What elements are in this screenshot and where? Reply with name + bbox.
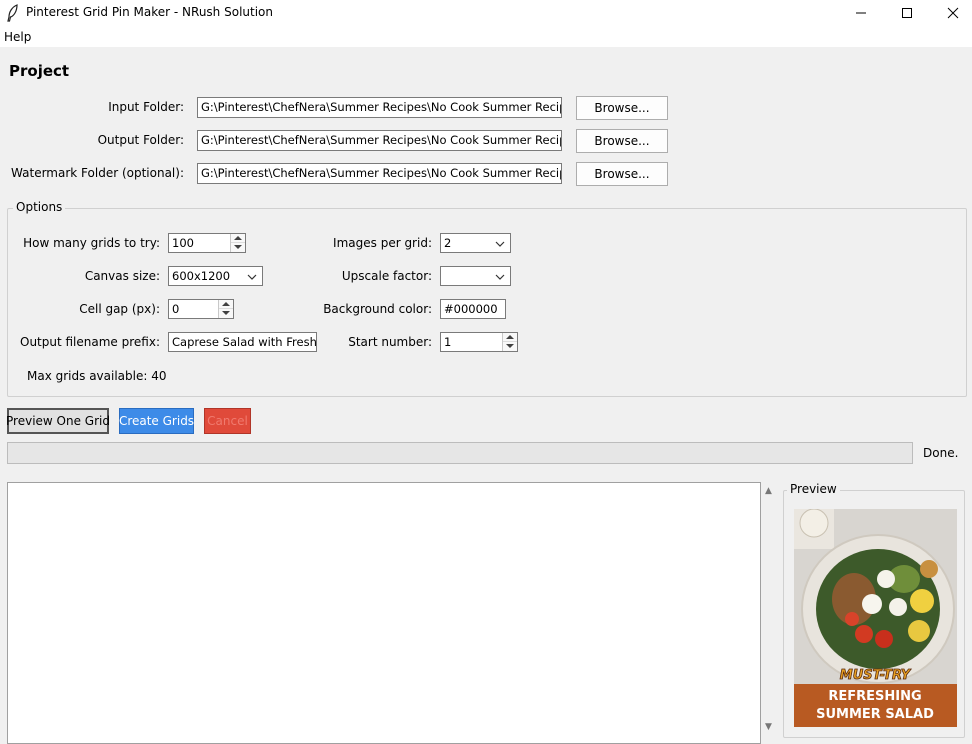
canvas-size-combo[interactable]: 600x1200 (168, 266, 263, 286)
preview-grid-button[interactable]: Preview One Grid (6, 408, 110, 434)
max-grids-text: Max grids available: 40 (27, 369, 167, 383)
project-heading: Project (9, 62, 70, 80)
start-number-label: Start number: (348, 335, 432, 349)
chevron-down-icon (495, 271, 505, 285)
input-folder-field[interactable]: G:\Pinterest\ChefNera\Summer Recipes\No … (197, 97, 562, 118)
menu-help[interactable]: Help (4, 30, 31, 44)
cell-gap-value: 0 (172, 302, 180, 316)
input-folder-label: Input Folder: (108, 100, 184, 114)
log-textarea[interactable] (7, 482, 761, 744)
cancel-button[interactable]: Cancel (204, 408, 251, 434)
upscale-factor-label: Upscale factor: (341, 269, 432, 283)
start-number-value: 1 (444, 335, 452, 349)
banner-line1-text: REFRESHING (828, 689, 921, 704)
grids-count-spinbox[interactable]: 100 (168, 233, 246, 253)
banner-top-text: MUST-TRY (840, 668, 912, 683)
scroll-up-icon[interactable]: ▲ (765, 486, 772, 496)
cell-gap-label: Cell gap (px): (79, 302, 160, 316)
images-per-grid-label: Images per grid: (333, 236, 432, 250)
canvas-size-label: Canvas size: (84, 269, 160, 283)
upscale-factor-combo[interactable] (440, 266, 511, 286)
cell-gap-spinbox[interactable]: 0 (168, 299, 234, 319)
browse-output-button[interactable]: Browse... (576, 129, 668, 153)
chevron-down-icon (247, 271, 257, 285)
images-per-grid-value: 2 (444, 236, 452, 250)
grids-count-value: 100 (172, 236, 194, 250)
grids-count-label: How many grids to try: (23, 236, 160, 250)
browse-watermark-button[interactable]: Browse... (576, 162, 668, 186)
spin-arrows-icon[interactable] (218, 300, 233, 318)
filename-prefix-input[interactable]: Caprese Salad with Fresh M (168, 332, 317, 352)
minimize-button[interactable] (838, 0, 884, 26)
spin-arrows-icon[interactable] (502, 333, 517, 351)
background-color-input[interactable]: #000000 (440, 299, 506, 319)
output-folder-field[interactable]: G:\Pinterest\ChefNera\Summer Recipes\No … (197, 130, 562, 151)
title-bar: Pinterest Grid Pin Maker - NRush Solutio… (0, 0, 972, 26)
status-text: Done. (923, 446, 959, 460)
watermark-folder-label: Watermark Folder (optional): (11, 166, 184, 180)
output-folder-label: Output Folder: (97, 133, 184, 147)
preview-image: MUST-TRY REFRESHING SUMMER SALAD (794, 509, 957, 727)
create-grids-button[interactable]: Create Grids (119, 408, 194, 434)
scroll-down-icon[interactable]: ▼ (765, 722, 772, 732)
start-number-spinbox[interactable]: 1 (440, 332, 518, 352)
chevron-down-icon (495, 238, 505, 252)
canvas-size-value: 600x1200 (172, 269, 231, 283)
log-scrollbar[interactable]: ▲ ▼ (761, 482, 778, 744)
options-heading: Options (13, 200, 66, 214)
maximize-button[interactable] (884, 0, 930, 26)
menu-bar: Help (0, 26, 972, 47)
watermark-folder-field[interactable]: G:\Pinterest\ChefNera\Summer Recipes\No … (197, 163, 562, 184)
spin-arrows-icon[interactable] (230, 234, 245, 252)
window-title: Pinterest Grid Pin Maker - NRush Solutio… (26, 5, 273, 19)
browse-input-button[interactable]: Browse... (576, 96, 668, 120)
images-per-grid-combo[interactable]: 2 (440, 233, 511, 253)
background-color-label: Background color: (323, 302, 432, 316)
preview-heading: Preview (787, 482, 840, 496)
filename-prefix-label: Output filename prefix: (20, 335, 160, 349)
feather-icon (6, 4, 20, 22)
close-button[interactable] (930, 0, 972, 26)
progress-bar (7, 442, 913, 464)
banner-line2-text: SUMMER SALAD (816, 707, 934, 722)
